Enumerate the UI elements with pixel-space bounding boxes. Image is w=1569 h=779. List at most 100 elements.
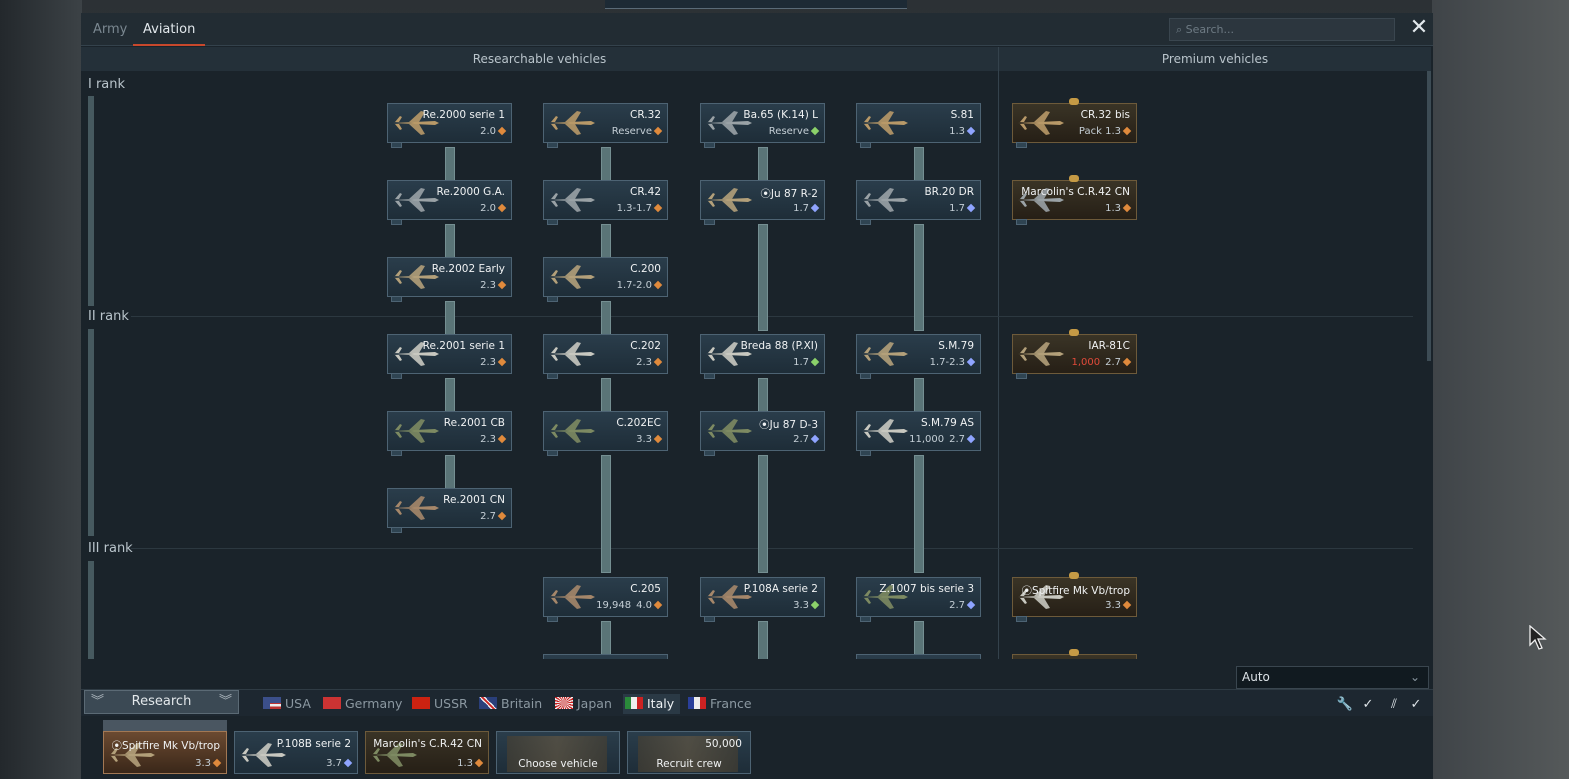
nation-italy[interactable]: Italy	[623, 694, 681, 714]
vehicle-card[interactable]: C.205 19,948 4.0	[543, 577, 668, 622]
research-tree-window: Army Aviation ⌕ Search... ✕ Researchable…	[81, 13, 1433, 779]
br-value: 2.0	[480, 126, 496, 137]
nation-britain[interactable]: Britain	[479, 694, 542, 714]
rank-label: II rank	[88, 309, 129, 324]
class-icon	[497, 434, 507, 444]
aircraft-icon	[547, 418, 597, 444]
vehicle-card[interactable]: S.M.79 1.7-2.3	[856, 334, 981, 379]
selected-slot-indicator	[103, 720, 227, 731]
aircraft-icon	[391, 187, 441, 213]
battle-rating: 2.0	[480, 203, 507, 214]
search-input[interactable]: ⌕ Search...	[1169, 18, 1395, 41]
br-value: 1.7	[793, 203, 809, 214]
br-value: 2.7	[949, 600, 965, 611]
vehicle-card[interactable]: C.202EC 3.3	[543, 411, 668, 456]
class-icon	[653, 357, 663, 367]
vehicle-card[interactable]: IAR-81C 1,000 2.7	[1012, 329, 1137, 379]
vehicle-card[interactable]: Re.2002 Early 2.3	[387, 257, 512, 302]
nation-france[interactable]: France	[688, 694, 752, 714]
nation-usa[interactable]: USA	[263, 694, 311, 714]
crew-tag-icon	[860, 450, 871, 456]
battle-rating: Reserve	[612, 126, 663, 137]
vehicle-name: Re.2001 CB	[443, 417, 505, 429]
checkmark-icon[interactable]: ✓	[1359, 697, 1377, 713]
tab-aviation[interactable]: Aviation	[133, 13, 206, 46]
tab-army[interactable]: Army	[83, 13, 137, 46]
vehicle-card[interactable]: Re.2000 serie 1 2.0	[387, 103, 512, 148]
crew-slot[interactable]: P.108B serie 2 3.7	[234, 731, 358, 774]
premium-icon	[1069, 98, 1079, 105]
background-left	[0, 0, 82, 779]
class-icon	[497, 511, 507, 521]
auto-select-dropdown[interactable]: Auto ⌄	[1236, 666, 1429, 689]
vehicle-card[interactable]: Marcolin's C.R.42 CN 1.3	[1012, 175, 1137, 225]
crew-tag-icon	[391, 527, 402, 533]
crew-slot[interactable]: Marcolin's C.R.42 CN 1.3	[365, 731, 489, 774]
vehicle-card[interactable]: ⦿Ju 87 D-3 2.7	[700, 411, 825, 456]
rank-bar	[88, 329, 94, 536]
vehicle-card[interactable]: Re.2001 CN 2.7	[387, 488, 512, 533]
multi-check-icon[interactable]: ⫽	[1385, 697, 1403, 713]
vehicle-card[interactable]: BR.20 DR 1.7	[856, 180, 981, 225]
wrench-icon[interactable]: 🔧	[1336, 697, 1354, 713]
tree-scrollbar[interactable]	[1427, 71, 1431, 361]
vehicle-card[interactable]: G.55 sottoserie 0	[543, 654, 668, 659]
vehicle-card[interactable]: Breda 88 (P.XI) 1.7	[700, 334, 825, 379]
vehicle-card[interactable]: S.81 1.3	[856, 103, 981, 148]
vehicle-name: Re.2002 Early	[431, 263, 505, 275]
nation-label: Germany	[345, 696, 403, 711]
rank-bar	[88, 561, 94, 659]
class-icon	[1122, 600, 1132, 610]
class-icon	[497, 126, 507, 136]
vehicle-card[interactable]: CR.32 bis Pack 1.3	[1012, 98, 1137, 148]
choose-vehicle-slot[interactable]: Choose vehicle	[496, 731, 620, 774]
vehicle-card[interactable]: Ju 129 B-2 (Romania)	[1012, 649, 1137, 659]
nation-label: France	[710, 696, 752, 711]
vehicle-card[interactable]: CR.42 1.3-1.7	[543, 180, 668, 225]
vehicle-card[interactable]: CR.32 Reserve	[543, 103, 668, 148]
rank-separator	[131, 316, 1413, 317]
nation-label: Italy	[647, 696, 675, 711]
br-value: 2.3	[636, 357, 652, 368]
nation-japan[interactable]: Japan	[555, 694, 612, 714]
vehicle-card[interactable]: P.108A serie 2 3.3	[700, 577, 825, 622]
vehicle-card[interactable]: Re.2001 serie 1 2.3	[387, 334, 512, 379]
mouse-cursor-icon	[1529, 625, 1547, 650]
nation-ussr[interactable]: USSR	[412, 694, 468, 714]
vehicle-card[interactable]: Z.1007 bis serie 5	[856, 654, 981, 659]
chevron-down-icon: ⌄	[1409, 670, 1420, 684]
vehicle-card[interactable]: Ba.65 (K.14) L Reserve	[700, 103, 825, 148]
crew-tag-icon	[1016, 373, 1027, 379]
vehicle-card[interactable]: S.M.79 AS 11,000 2.7	[856, 411, 981, 456]
vehicle-card[interactable]: Re.2000 G.A. 2.0	[387, 180, 512, 225]
tech-tree: I rank II rank III rank Re.2000 serie 1 2…	[81, 71, 1425, 659]
vehicle-card[interactable]: C.200 1.7-2.0	[543, 257, 668, 302]
recruit-crew-slot[interactable]: 50,000 Recruit crew	[627, 731, 751, 774]
br-value: 2.3	[480, 357, 496, 368]
br-value: Reserve	[768, 126, 809, 137]
aircraft-icon	[547, 264, 597, 290]
vehicle-name: Re.2001 serie 1	[422, 340, 505, 352]
class-icon	[497, 357, 507, 367]
battle-rating: 1.3	[1105, 203, 1132, 214]
checkmark-icon[interactable]: ✓	[1407, 697, 1425, 713]
close-icon[interactable]: ✕	[1407, 17, 1431, 41]
crew-slot[interactable]: ⦿Spitfire Mk Vb/trop 3.3	[103, 731, 227, 774]
class-icon	[653, 126, 663, 136]
vehicle-name: Re.2001 CN	[443, 494, 505, 506]
br-value: 3.3	[195, 758, 211, 769]
vehicle-card[interactable]: Z.1007 bis serie 3 2.7	[856, 577, 981, 622]
nation-germany[interactable]: Germany	[323, 694, 402, 714]
crew-tag-icon	[391, 296, 402, 302]
vehicle-name: CR.42	[630, 186, 661, 198]
br-value: 3.3	[636, 434, 652, 445]
battle-rating: 3.7	[326, 758, 353, 769]
vehicle-card[interactable]: C.202 2.3	[543, 334, 668, 379]
aircraft-icon	[547, 110, 597, 136]
vehicle-card[interactable]: Re.2001 CB 2.3	[387, 411, 512, 456]
vehicle-card[interactable]: ⦿Spitfire Mk Vb/trop 3.3	[1012, 572, 1137, 622]
aircraft-icon	[860, 341, 910, 367]
research-button[interactable]: ︾ Research ︾	[84, 690, 239, 714]
premium-icon	[1069, 572, 1079, 579]
vehicle-card[interactable]: ⦿Ju 87 R-2 1.7	[700, 180, 825, 225]
